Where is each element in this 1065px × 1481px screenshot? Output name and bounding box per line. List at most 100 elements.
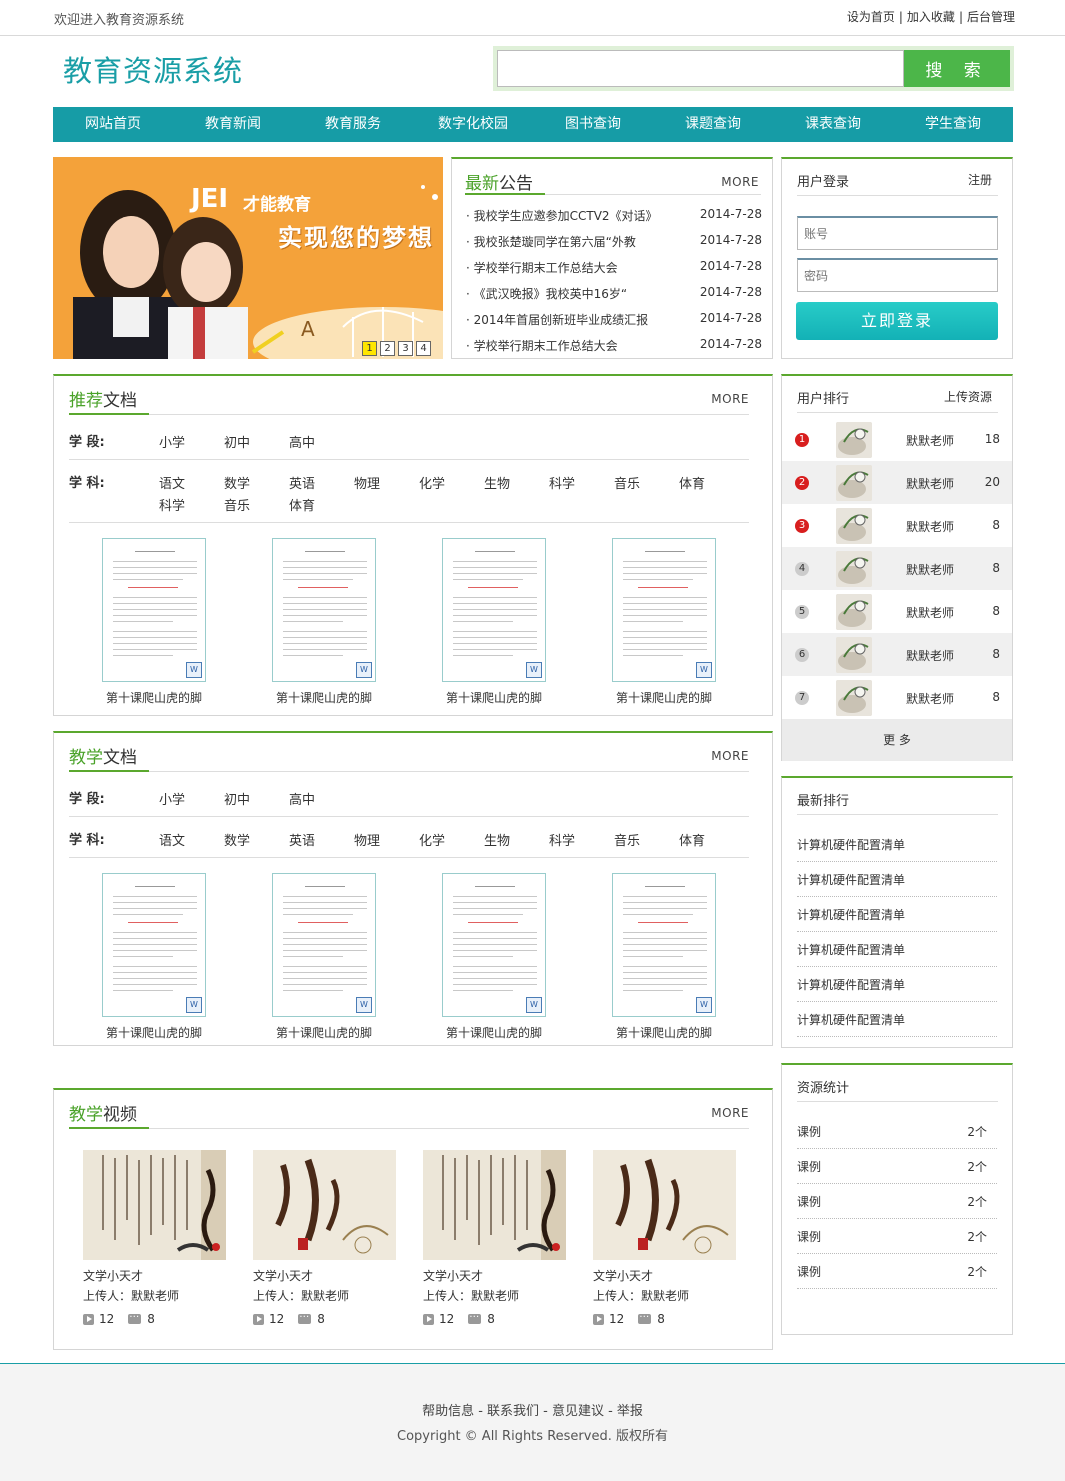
- subject-option[interactable]: 音乐: [224, 495, 250, 514]
- nav-topic-search[interactable]: 课题查询: [653, 107, 773, 142]
- nav-home[interactable]: 网站首页: [53, 107, 173, 142]
- subject-option[interactable]: 化学: [419, 830, 445, 849]
- search-input[interactable]: [497, 50, 905, 87]
- stage-option-junior[interactable]: 初中: [224, 789, 250, 808]
- subject-option[interactable]: 生物: [484, 473, 510, 492]
- account-input[interactable]: [797, 216, 998, 250]
- subject-option[interactable]: 数学: [224, 473, 250, 492]
- admin-link[interactable]: 后台管理: [967, 10, 1015, 24]
- notice-item[interactable]: · 学校举行期末工作总结大会 2014-7-28: [466, 337, 762, 354]
- login-button[interactable]: 立即登录: [796, 302, 998, 340]
- ranking-row[interactable]: 4 默默老师 8: [782, 547, 1012, 590]
- search-button[interactable]: 搜 索: [904, 50, 1010, 87]
- ranking-row[interactable]: 1 默默老师 18: [782, 418, 1012, 461]
- nav-book-search[interactable]: 图书查询: [533, 107, 653, 142]
- stage-option-senior[interactable]: 高中: [289, 432, 315, 451]
- set-homepage-link[interactable]: 设为首页: [847, 10, 895, 24]
- ranking-row[interactable]: 6 默默老师 8: [782, 633, 1012, 676]
- nav-service[interactable]: 教育服务: [293, 107, 413, 142]
- nav-schedule-search[interactable]: 课表查询: [773, 107, 893, 142]
- doc-card[interactable]: W 第十课爬山虎的脚: [272, 538, 376, 705]
- stat-row[interactable]: 课例 2个: [797, 1123, 997, 1149]
- doc-card[interactable]: W 第十课爬山虎的脚: [102, 538, 206, 705]
- notice-item[interactable]: · 学校举行期末工作总结大会 2014-7-28: [466, 259, 762, 276]
- register-link[interactable]: 注册: [968, 171, 992, 188]
- subject-option[interactable]: 科学: [549, 830, 575, 849]
- doc-card[interactable]: W 第十课爬山虎的脚: [442, 873, 546, 1040]
- notice-item[interactable]: · 我校张楚璇同学在第六届“外教 2014-7-28: [466, 233, 762, 250]
- notice-panel: 最新公告 MORE · 我校学生应邀参加CCTV2《对话》 2014-7-28 ·…: [451, 157, 773, 359]
- stage-option-junior[interactable]: 初中: [224, 432, 250, 451]
- notice-item[interactable]: · 我校学生应邀参加CCTV2《对话》 2014-7-28: [466, 207, 762, 224]
- banner-slide[interactable]: A JEI 才能教育 实现您的梦想: [53, 157, 443, 359]
- subject-option[interactable]: 音乐: [614, 473, 640, 492]
- subject-option[interactable]: 体育: [679, 473, 705, 492]
- password-input[interactable]: [797, 258, 998, 292]
- stat-label: 课例: [797, 1160, 822, 1174]
- latest-item[interactable]: 计算机硬件配置清单: [797, 941, 997, 967]
- video-more-link[interactable]: MORE: [711, 1106, 749, 1120]
- word-doc-icon: W: [696, 662, 712, 678]
- notice-item[interactable]: · 《武汉晚报》我校英中16岁“ 2014-7-28: [466, 285, 762, 302]
- teaching-more-link[interactable]: MORE: [711, 749, 749, 763]
- notice-item-text: · 学校举行期末工作总结大会: [466, 261, 618, 275]
- subject-option[interactable]: 语文: [159, 473, 185, 492]
- site-title[interactable]: 教育资源系统: [63, 48, 243, 90]
- doc-thumbnail: W: [442, 538, 546, 682]
- recommend-more-link[interactable]: MORE: [711, 392, 749, 406]
- stage-option-senior[interactable]: 高中: [289, 789, 315, 808]
- subject-option[interactable]: 科学: [159, 495, 185, 514]
- subject-option[interactable]: 英语: [289, 830, 315, 849]
- banner-page-2[interactable]: 2: [380, 341, 395, 356]
- banner-page-4[interactable]: 4: [416, 341, 431, 356]
- banner-illustration: A: [53, 157, 443, 359]
- ranking-row[interactable]: 7 默默老师 8: [782, 676, 1012, 719]
- video-card[interactable]: 文学小天才 上传人：默默老师 12 8: [83, 1150, 226, 1326]
- doc-card[interactable]: W 第十课爬山虎的脚: [102, 873, 206, 1040]
- word-doc-icon: W: [186, 997, 202, 1013]
- latest-item[interactable]: 计算机硬件配置清单: [797, 906, 997, 932]
- stat-row[interactable]: 课例 2个: [797, 1193, 997, 1219]
- doc-card[interactable]: W 第十课爬山虎的脚: [612, 873, 716, 1040]
- video-card[interactable]: 文学小天才 上传人：默默老师 12 8: [253, 1150, 396, 1326]
- video-card[interactable]: 文学小天才 上传人：默默老师 12 8: [423, 1150, 566, 1326]
- subject-option[interactable]: 物理: [354, 473, 380, 492]
- subject-option[interactable]: 语文: [159, 830, 185, 849]
- subject-option[interactable]: 体育: [289, 495, 315, 514]
- notice-more-link[interactable]: MORE: [721, 175, 759, 189]
- ranking-row[interactable]: 2 默默老师 20: [782, 461, 1012, 504]
- banner-page-1[interactable]: 1: [362, 341, 377, 356]
- stat-row[interactable]: 课例 2个: [797, 1228, 997, 1254]
- stat-row[interactable]: 课例 2个: [797, 1158, 997, 1184]
- doc-card[interactable]: W 第十课爬山虎的脚: [442, 538, 546, 705]
- add-favorite-link[interactable]: 加入收藏: [907, 10, 955, 24]
- subject-option[interactable]: 科学: [549, 473, 575, 492]
- nav-digital-campus[interactable]: 数字化校园: [413, 107, 533, 142]
- latest-item[interactable]: 计算机硬件配置清单: [797, 1011, 997, 1037]
- notice-item-text: · 2014年首届创新班毕业成绩汇报: [466, 313, 649, 327]
- subject-option[interactable]: 体育: [679, 830, 705, 849]
- latest-item[interactable]: 计算机硬件配置清单: [797, 836, 997, 862]
- footer-links[interactable]: 帮助信息 - 联系我们 - 意见建议 - 举报: [0, 1400, 1065, 1419]
- nav-student-search[interactable]: 学生查询: [893, 107, 1013, 142]
- subject-option[interactable]: 音乐: [614, 830, 640, 849]
- ranking-row[interactable]: 5 默默老师 8: [782, 590, 1012, 633]
- latest-item[interactable]: 计算机硬件配置清单: [797, 976, 997, 1002]
- subject-option[interactable]: 数学: [224, 830, 250, 849]
- subject-option[interactable]: 物理: [354, 830, 380, 849]
- ranking-row[interactable]: 3 默默老师 8: [782, 504, 1012, 547]
- doc-card[interactable]: W 第十课爬山虎的脚: [272, 873, 376, 1040]
- notice-item[interactable]: · 2014年首届创新班毕业成绩汇报 2014-7-28: [466, 311, 762, 328]
- stat-row[interactable]: 课例 2个: [797, 1263, 997, 1289]
- video-card[interactable]: 文学小天才 上传人：默默老师 12 8: [593, 1150, 736, 1326]
- ranking-more-button[interactable]: 更 多: [782, 719, 1012, 761]
- stage-option-primary[interactable]: 小学: [159, 789, 185, 808]
- subject-option[interactable]: 英语: [289, 473, 315, 492]
- doc-card[interactable]: W 第十课爬山虎的脚: [612, 538, 716, 705]
- banner-page-3[interactable]: 3: [398, 341, 413, 356]
- latest-item[interactable]: 计算机硬件配置清单: [797, 871, 997, 897]
- stage-option-primary[interactable]: 小学: [159, 432, 185, 451]
- subject-option[interactable]: 化学: [419, 473, 445, 492]
- nav-news[interactable]: 教育新闻: [173, 107, 293, 142]
- subject-option[interactable]: 生物: [484, 830, 510, 849]
